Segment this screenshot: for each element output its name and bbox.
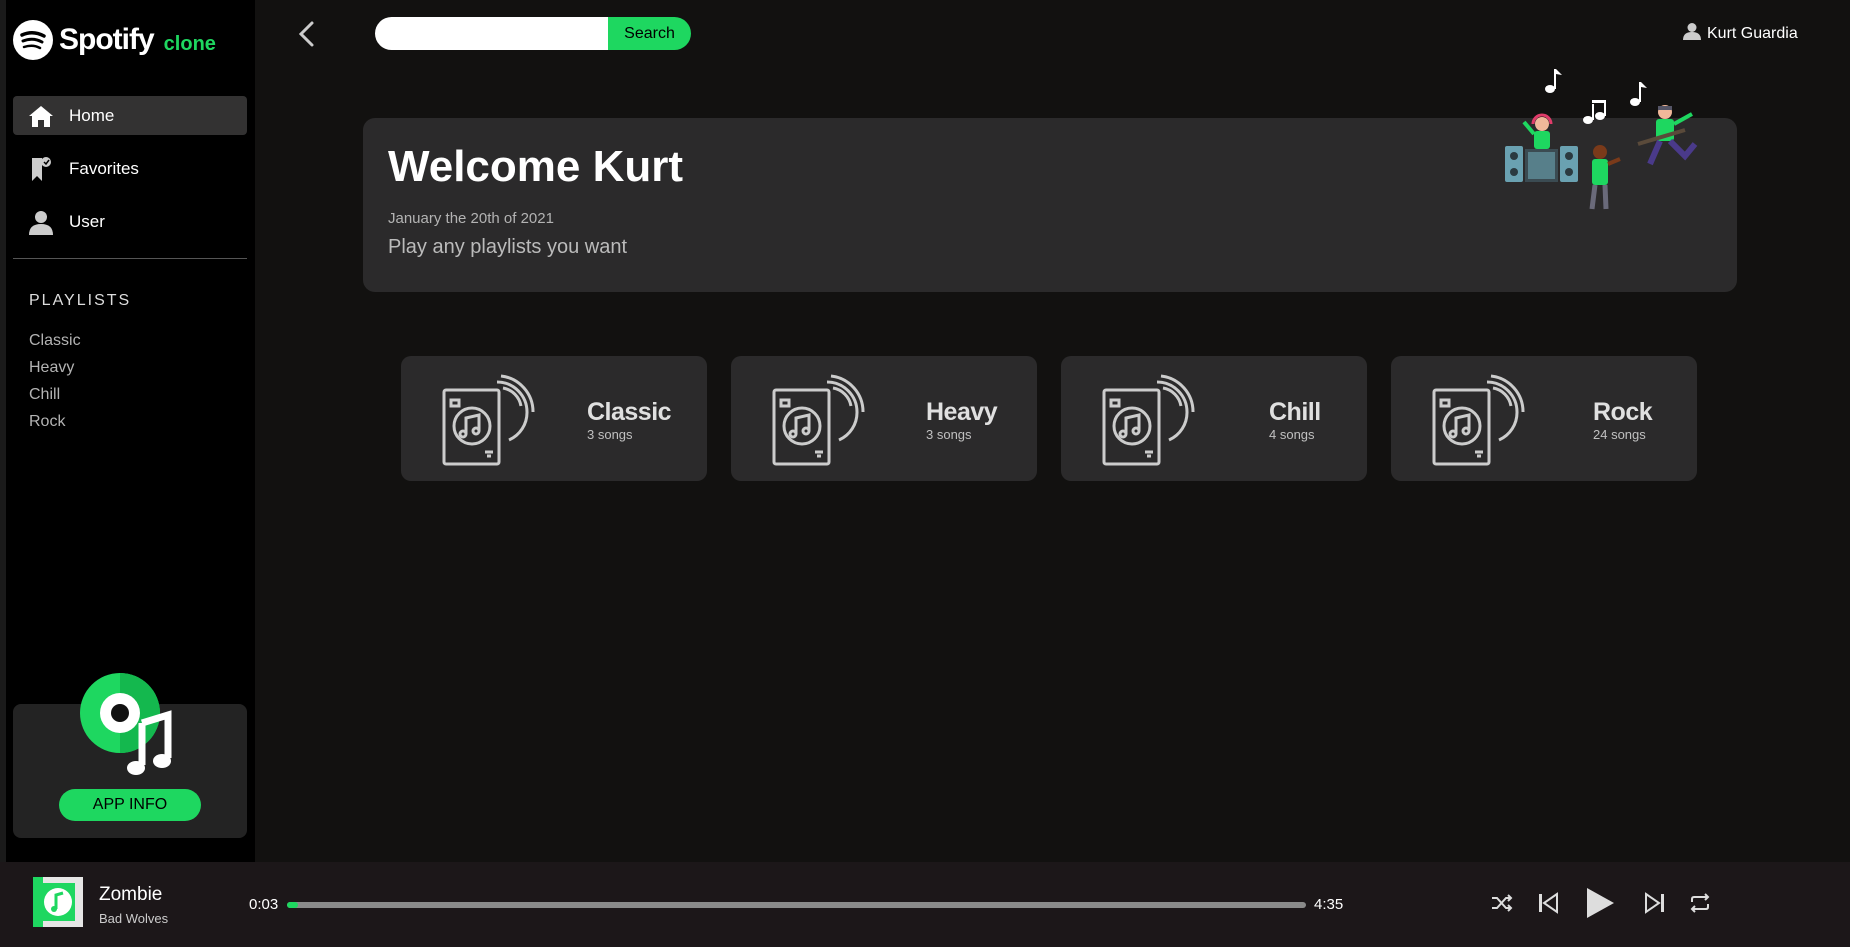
playlist-card-classic[interactable]: Classic 3 songs	[401, 356, 707, 481]
album-art[interactable]	[33, 877, 83, 927]
current-time: 0:03	[249, 896, 279, 913]
app-root: Spotify clone Home Favorites User PLAYLI…	[0, 0, 1850, 947]
track-artist: Bad Wolves	[99, 911, 169, 926]
band-illustration	[1500, 64, 1710, 229]
progress-bar[interactable]	[287, 902, 1306, 908]
search-button[interactable]: Search	[608, 17, 691, 50]
playlist-card-chill[interactable]: Chill 4 songs	[1061, 356, 1367, 481]
card-title: Classic	[587, 398, 672, 426]
bookmark-heart-icon	[27, 155, 55, 183]
card-info: Chill 4 songs	[1269, 398, 1321, 442]
playlist-card-rock[interactable]: Rock 24 songs	[1391, 356, 1697, 481]
track-title: Zombie	[99, 884, 163, 905]
sidebar-item-user[interactable]: User	[13, 202, 247, 241]
music-disc-icon	[80, 673, 190, 783]
user-name: Kurt Guardia	[1707, 24, 1798, 42]
brand-suffix: clone	[163, 32, 216, 55]
card-info: Classic 3 songs	[587, 398, 672, 442]
sidebar-divider	[13, 258, 247, 259]
user-icon	[1683, 22, 1701, 45]
sidebar-item-favorites[interactable]: Favorites	[13, 149, 247, 188]
previous-track-icon[interactable]	[1536, 888, 1560, 918]
card-song-count: 3 songs	[926, 427, 972, 442]
card-info: Rock 24 songs	[1593, 398, 1653, 442]
sidebar-item-label: User	[69, 211, 105, 231]
playlist-link-chill[interactable]: Chill	[29, 386, 81, 413]
welcome-title: Welcome Kurt	[388, 142, 684, 191]
playlist-link-rock[interactable]: Rock	[29, 413, 81, 440]
vinyl-record-icon	[771, 370, 871, 471]
vinyl-record-icon	[441, 370, 541, 471]
sidebar-nav: Home Favorites User	[13, 96, 247, 255]
card-song-count: 4 songs	[1269, 427, 1315, 442]
card-title: Chill	[1269, 398, 1321, 426]
card-song-count: 3 songs	[587, 427, 633, 442]
sidebar-item-label: Home	[69, 105, 115, 125]
vinyl-record-icon	[1101, 370, 1201, 471]
spotify-logo-icon	[13, 20, 53, 60]
repeat-icon[interactable]	[1687, 888, 1713, 918]
player-bar: Zombie Bad Wolves 0:03 4:35	[0, 862, 1850, 947]
card-title: Rock	[1593, 398, 1653, 426]
playlist-cards: Classic 3 songs Heavy 3 songs Chill 4 so…	[401, 356, 1697, 481]
next-track-icon[interactable]	[1643, 888, 1667, 918]
play-icon[interactable]	[1582, 888, 1618, 918]
sidebar-item-home[interactable]: Home	[13, 96, 247, 135]
progress-fill	[287, 902, 299, 908]
back-chevron-icon[interactable]	[295, 20, 319, 48]
playlists-heading: PLAYLISTS	[29, 292, 132, 309]
brand-name: Spotify	[59, 23, 155, 56]
playlists-list: Classic Heavy Chill Rock	[29, 332, 81, 440]
sidebar-item-label: Favorites	[69, 158, 139, 178]
card-info: Heavy 3 songs	[926, 398, 998, 442]
logo[interactable]: Spotify clone	[13, 20, 216, 60]
playlist-link-classic[interactable]: Classic	[29, 332, 81, 359]
search-input[interactable]	[375, 17, 609, 50]
welcome-date: January the 20th of 2021	[388, 210, 554, 227]
card-song-count: 24 songs	[1593, 427, 1646, 442]
user-menu[interactable]: Kurt Guardia	[1683, 22, 1798, 45]
home-icon	[27, 102, 55, 130]
total-time: 4:35	[1314, 896, 1344, 913]
sidebar: Spotify clone Home Favorites User PLAYLI…	[6, 0, 255, 862]
playlist-link-heavy[interactable]: Heavy	[29, 359, 81, 386]
card-title: Heavy	[926, 398, 998, 426]
welcome-subtitle: Play any playlists you want	[388, 236, 628, 258]
shuffle-icon[interactable]	[1490, 888, 1514, 918]
vinyl-record-icon	[1431, 370, 1531, 471]
app-info-button[interactable]: APP INFO	[59, 789, 201, 821]
user-icon	[27, 208, 55, 236]
playlist-card-heavy[interactable]: Heavy 3 songs	[731, 356, 1037, 481]
